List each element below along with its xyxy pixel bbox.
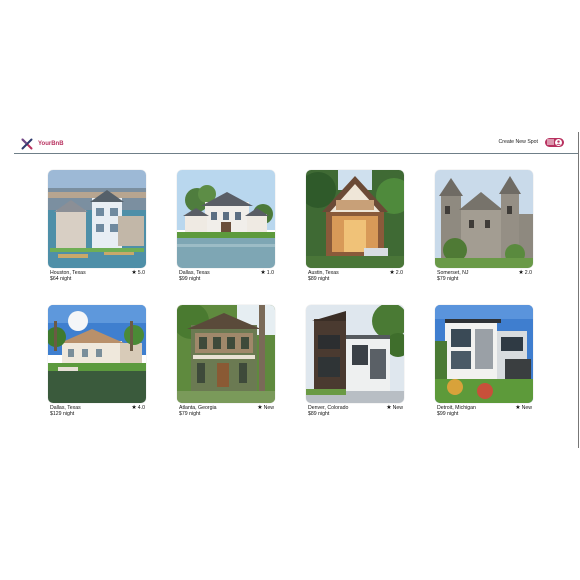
brand-name: YourBnB	[38, 141, 64, 147]
spot-price: $89 night	[308, 276, 330, 282]
navbar: YourBnB Create New Spot	[14, 132, 578, 154]
star-icon: ★	[518, 270, 524, 276]
spot-image[interactable]	[306, 170, 404, 268]
star-icon: ★	[515, 405, 521, 411]
spot-card[interactable]: Dallas, Texas $99 night ★ 1.0	[177, 170, 275, 284]
spot-rating: ★ New	[515, 405, 532, 411]
spot-image[interactable]	[48, 305, 146, 403]
rating-value: 2.0	[395, 270, 403, 276]
spot-card[interactable]: Dallas, Texas $129 night ★ 4.0	[48, 305, 146, 419]
star-icon: ★	[260, 270, 266, 276]
spot-image[interactable]	[306, 305, 404, 403]
rating-value: 4.0	[137, 405, 145, 411]
rating-value: 5.0	[137, 270, 145, 276]
spot-card[interactable]: Houston, Texas $64 night ★ 5.0	[48, 170, 146, 284]
spot-rating: ★ 2.0	[389, 270, 403, 276]
spot-price: $129 night	[50, 411, 75, 417]
x-logo-icon	[21, 138, 33, 150]
spot-card[interactable]: Detroit, Michigan $99 night ★ New	[435, 305, 533, 419]
star-icon: ★	[389, 270, 395, 276]
spot-price: $79 night	[179, 411, 201, 417]
spot-image[interactable]	[177, 170, 275, 268]
spot-price: $64 night	[50, 276, 72, 282]
spot-image[interactable]	[48, 170, 146, 268]
home-logo-link[interactable]: YourBnB	[21, 138, 64, 150]
spot-card[interactable]: Austin, Texas $89 night ★ 2.0	[306, 170, 404, 284]
spot-rating: ★ 4.0	[131, 405, 145, 411]
rating-value: New	[392, 405, 403, 411]
spot-price: $89 night	[308, 411, 330, 417]
create-new-spot-link[interactable]: Create New Spot	[498, 137, 538, 147]
spot-rating: ★ 2.0	[518, 270, 532, 276]
user-circle-icon	[555, 138, 563, 146]
nav-right: Create New Spot	[498, 137, 564, 147]
rating-value: New	[263, 405, 274, 411]
spot-card[interactable]: Somerset, NJ $79 night ★ 2.0	[435, 170, 533, 284]
spot-price: $79 night	[437, 276, 459, 282]
star-icon: ★	[131, 405, 137, 411]
star-icon: ★	[131, 270, 137, 276]
spot-price: $99 night	[179, 276, 201, 282]
rating-value: 2.0	[524, 270, 532, 276]
spot-price: $99 night	[437, 411, 459, 417]
star-icon: ★	[386, 405, 392, 411]
spot-card[interactable]: Denver, Colorado $89 night ★ New	[306, 305, 404, 419]
rating-value: 1.0	[266, 270, 274, 276]
profile-menu-button[interactable]	[545, 137, 564, 147]
rating-value: New	[521, 405, 532, 411]
hamburger-icon	[546, 139, 554, 145]
app-page: YourBnB Create New Spot Houston, Texas $…	[14, 132, 578, 448]
spot-image[interactable]	[435, 305, 533, 403]
spot-rating: ★ New	[386, 405, 403, 411]
spot-rating: ★ New	[257, 405, 274, 411]
spot-image[interactable]	[177, 305, 275, 403]
spot-card[interactable]: Atlanta, Georgia $79 night ★ New	[177, 305, 275, 419]
spot-rating: ★ 1.0	[260, 270, 274, 276]
spot-rating: ★ 5.0	[131, 270, 145, 276]
page-edge-divider	[578, 132, 579, 448]
star-icon: ★	[257, 405, 263, 411]
spot-image[interactable]	[435, 170, 533, 268]
